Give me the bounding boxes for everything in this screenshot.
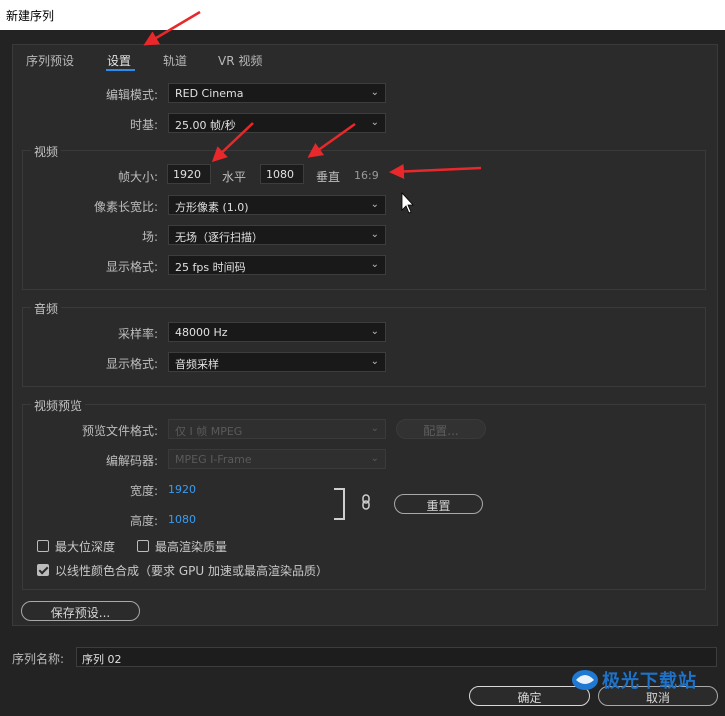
linear-color-checkbox[interactable] [37, 564, 49, 576]
video-display-format-value: 25 fps 时间码 [175, 261, 246, 274]
pixel-aspect-select[interactable]: 方形像素 (1.0) ⌄ [168, 195, 386, 215]
chevron-down-icon: ⌄ [370, 326, 379, 337]
save-preset-button[interactable]: 保存预设... [21, 601, 140, 621]
chevron-down-icon: ⌄ [370, 229, 379, 240]
vertical-label: 垂直 [316, 170, 341, 184]
tab-settings[interactable]: 设置 [107, 52, 131, 69]
editing-mode-select[interactable]: RED Cinema ⌄ [168, 83, 386, 103]
audio-display-format-select[interactable]: 音频采样 ⌄ [168, 352, 386, 372]
chevron-down-icon: ⌄ [370, 453, 379, 464]
codec-select[interactable]: MPEG I-Frame ⌄ [168, 449, 386, 469]
chevron-down-icon: ⌄ [370, 259, 379, 270]
timebase-label: 时基: [129, 118, 158, 132]
video-preview-group-title: 视频预览 [31, 397, 86, 414]
link-bracket-icon [334, 488, 345, 520]
preview-width-value[interactable]: 1920 [168, 483, 196, 496]
chevron-down-icon: ⌄ [370, 87, 379, 98]
timebase-select[interactable]: 25.00 帧/秒 ⌄ [168, 113, 386, 133]
watermark: 极光下载站 [570, 664, 720, 694]
codec-label: 编解码器: [105, 454, 158, 468]
sample-rate-select[interactable]: 48000 Hz ⌄ [168, 322, 386, 342]
sample-rate-label: 采样率: [117, 327, 158, 341]
fields-value: 无场（逐行扫描） [175, 231, 263, 244]
fields-label: 场: [141, 230, 158, 244]
editing-mode-label: 编辑模式: [105, 88, 158, 102]
audio-display-format-value: 音频采样 [175, 358, 219, 371]
sequence-name-label: 序列名称: [12, 652, 65, 666]
frame-width-input[interactable]: 1920 [167, 164, 211, 184]
timebase-value: 25.00 帧/秒 [175, 119, 236, 132]
horizontal-label: 水平 [222, 170, 247, 184]
tab-sequence-presets[interactable]: 序列预设 [26, 52, 74, 69]
video-display-format-select[interactable]: 25 fps 时间码 ⌄ [168, 255, 386, 275]
chain-link-icon[interactable] [361, 494, 371, 510]
window-title: 新建序列 [6, 9, 55, 23]
preview-height-value[interactable]: 1080 [168, 513, 196, 526]
tab-vr-video[interactable]: VR 视频 [218, 52, 262, 69]
video-display-format-label: 显示格式: [105, 260, 158, 274]
watermark-logo-icon [572, 670, 598, 690]
configure-button[interactable]: 配置... [396, 419, 486, 439]
frame-size-label: 帧大小: [117, 170, 158, 184]
sample-rate-value: 48000 Hz [175, 326, 228, 339]
chevron-down-icon: ⌄ [370, 356, 379, 367]
reset-button[interactable]: 重置 [394, 494, 483, 514]
chevron-down-icon: ⌄ [370, 117, 379, 128]
audio-group [22, 307, 706, 387]
pixel-aspect-value: 方形像素 (1.0) [175, 201, 249, 214]
preview-height-label: 高度: [129, 514, 158, 528]
max-render-quality-checkbox[interactable] [137, 540, 149, 552]
preview-file-format-value: 仅 I 帧 MPEG [175, 425, 243, 438]
chevron-down-icon: ⌄ [370, 423, 379, 434]
window-titlebar: 新建序列 [0, 0, 725, 30]
editing-mode-value: RED Cinema [175, 87, 244, 100]
max-bit-depth-checkbox[interactable] [37, 540, 49, 552]
linear-color-label: 以线性颜色合成（要求 GPU 加速或最高渲染品质） [55, 564, 328, 578]
preview-file-format-label: 预览文件格式: [81, 424, 158, 438]
video-group-title: 视频 [31, 143, 62, 160]
fields-select[interactable]: 无场（逐行扫描） ⌄ [168, 225, 386, 245]
audio-display-format-label: 显示格式: [105, 357, 158, 371]
max-render-quality-label: 最高渲染质量 [155, 540, 228, 554]
tab-tracks[interactable]: 轨道 [163, 52, 187, 69]
preview-width-label: 宽度: [129, 484, 158, 498]
pixel-aspect-label: 像素长宽比: [93, 200, 158, 214]
max-bit-depth-label: 最大位深度 [55, 540, 116, 554]
aspect-ratio-text: 16:9 [354, 169, 379, 182]
preview-file-format-select[interactable]: 仅 I 帧 MPEG ⌄ [168, 419, 386, 439]
active-tab-indicator [106, 69, 135, 71]
chevron-down-icon: ⌄ [370, 199, 379, 210]
frame-height-input[interactable]: 1080 [260, 164, 304, 184]
audio-group-title: 音频 [31, 300, 62, 317]
codec-value: MPEG I-Frame [175, 453, 252, 466]
watermark-text: 极光下载站 [602, 671, 697, 692]
